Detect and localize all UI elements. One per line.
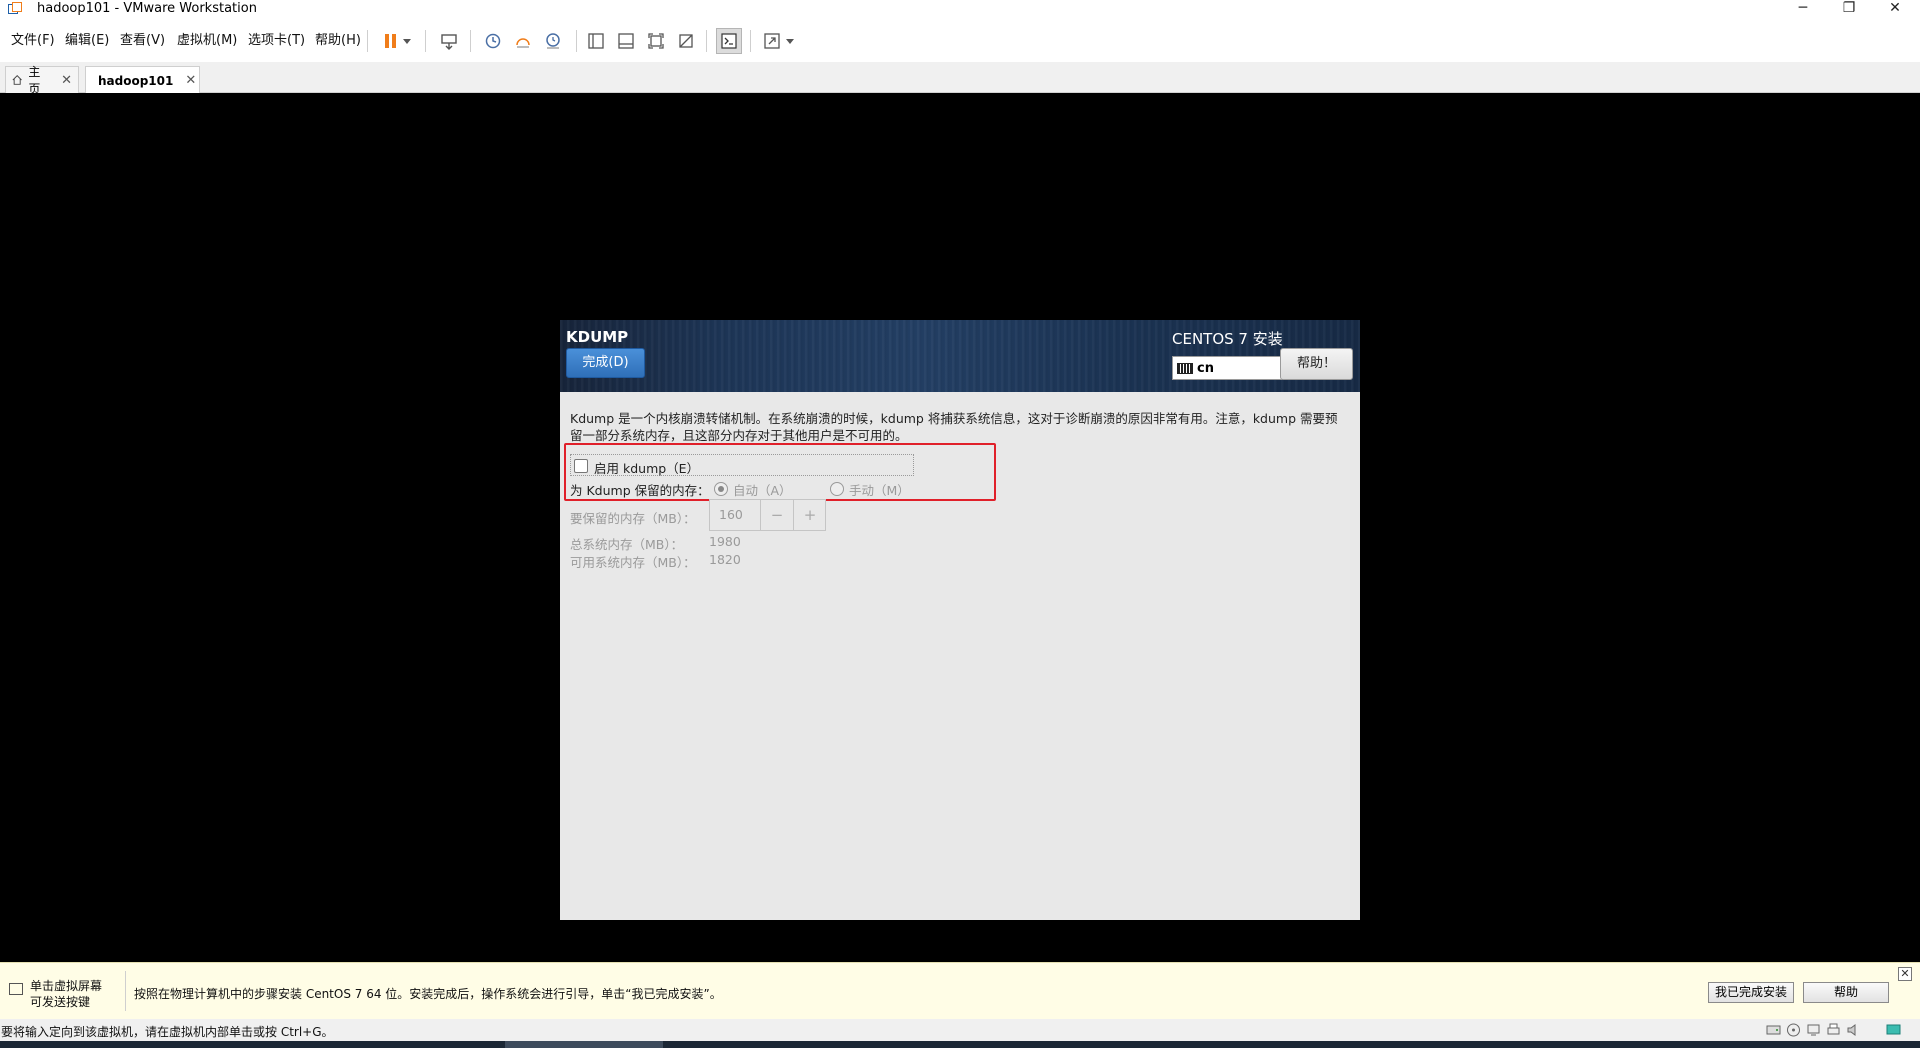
tab-home-close-icon[interactable]: ✕ xyxy=(61,73,72,88)
toolbar-separator xyxy=(470,30,471,52)
memory-reserve-spinner[interactable]: 160 − + xyxy=(709,499,826,531)
install-hint-bar: 单击虚拟屏幕 可发送按键 按照在物理计算机中的步骤安装 CentOS 7 64 … xyxy=(0,962,1920,1019)
fit-dropdown-icon[interactable] xyxy=(782,28,798,54)
revert-snapshot-icon[interactable] xyxy=(510,28,536,54)
tab-hadoop101-close-icon[interactable]: ✕ xyxy=(185,73,196,88)
click-hint-line-1: 单击虚拟屏幕 xyxy=(30,979,103,993)
help-button[interactable]: 帮助！ xyxy=(1280,348,1353,380)
enable-kdump-checkbox-row[interactable]: 启用 kdump（E） xyxy=(570,454,914,476)
menu-tabs[interactable]: 选项卡(T) xyxy=(248,33,305,49)
network-icon[interactable] xyxy=(1806,1023,1821,1037)
pause-dropdown-icon[interactable] xyxy=(399,28,415,54)
send-ctrl-alt-del-icon[interactable] xyxy=(436,28,462,54)
snapshot-icon[interactable] xyxy=(480,28,506,54)
menu-view[interactable]: 查看(V) xyxy=(120,33,165,49)
cd-icon[interactable] xyxy=(1786,1023,1801,1037)
manual-radio[interactable] xyxy=(830,482,844,496)
tab-home[interactable]: 主页 ✕ xyxy=(5,65,79,96)
hint-separator xyxy=(125,971,126,1011)
usable-memory-value: 1820 xyxy=(709,552,741,567)
memory-to-reserve-label: 要保留的内存（MB）： xyxy=(570,511,696,526)
host-taskbar-strip xyxy=(0,1041,1920,1048)
sound-icon[interactable] xyxy=(1846,1023,1861,1037)
tab-hadoop101-label: hadoop101 xyxy=(98,73,174,88)
home-icon xyxy=(12,75,22,85)
auto-radio-label: 自动（A） xyxy=(733,483,792,498)
menu-vm[interactable]: 虚拟机(M) xyxy=(177,33,237,49)
toolbar-separator xyxy=(750,30,751,52)
total-memory-value: 1980 xyxy=(709,534,741,549)
toolbar-separator xyxy=(367,30,368,52)
status-text: 要将输入定向到该虚拟机，请在虚拟机内部单击或按 Ctrl+G。 xyxy=(1,1025,334,1039)
printer-icon[interactable] xyxy=(1826,1023,1841,1037)
enable-kdump-label: 启用 kdump（E） xyxy=(594,461,700,476)
tab-strip: 主页 ✕ hadoop101 ✕ xyxy=(0,62,1920,96)
snapshot-manager-icon[interactable] xyxy=(540,28,566,54)
kdump-installer-window: KDUMP 完成(D) CENTOS 7 安装 cn 帮助！ Kdump 是一个… xyxy=(560,320,1360,920)
window-title: hadoop101 - VMware Workstation xyxy=(37,1,257,16)
auto-radio[interactable] xyxy=(714,482,728,496)
message-icon[interactable] xyxy=(1886,1023,1901,1037)
memory-reserve-value[interactable]: 160 xyxy=(719,507,743,522)
click-hint-line-2: 可发送按键 xyxy=(30,995,91,1009)
description-line-2: 留一部分系统内存，且这部分内存对于其他用户是不可用的。 xyxy=(570,428,908,443)
menu-toolbar: 文件(F) 编辑(E) 查看(V) 虚拟机(M) 选项卡(T) 帮助(H) xyxy=(0,22,1920,60)
done-button[interactable]: 完成(D) xyxy=(566,348,645,378)
kdump-description: Kdump 是一个内核崩溃转储机制。在系统崩溃的时候，kdump 将捕获系统信息… xyxy=(570,410,1355,444)
decrement-button[interactable]: − xyxy=(760,500,793,530)
restore-button[interactable]: ❐ xyxy=(1826,0,1872,17)
menu-edit[interactable]: 编辑(E) xyxy=(65,33,109,49)
hard-disk-icon[interactable] xyxy=(1766,1023,1781,1037)
monitor-icon xyxy=(9,983,23,995)
installer-header: KDUMP 完成(D) CENTOS 7 安装 cn 帮助！ xyxy=(560,320,1360,392)
product-title: CENTOS 7 安装 xyxy=(1172,330,1283,348)
title-bar: hadoop101 - VMware Workstation ─ ❐ ✕ xyxy=(0,0,1920,17)
keyboard-layout-indicator[interactable]: cn xyxy=(1172,356,1282,380)
status-bar: 要将输入定向到该虚拟机，请在虚拟机内部单击或按 Ctrl+G。 xyxy=(0,1019,1920,1041)
unity-icon[interactable] xyxy=(673,28,699,54)
vmware-app-icon xyxy=(8,2,22,14)
finished-install-button[interactable]: 我已完成安装 xyxy=(1708,982,1794,1003)
library-icon[interactable] xyxy=(583,28,609,54)
menu-help[interactable]: 帮助(H) xyxy=(315,33,361,49)
toolbar-separator xyxy=(576,30,577,52)
menu-file[interactable]: 文件(F) xyxy=(11,33,55,49)
increment-button[interactable]: + xyxy=(793,500,826,530)
tab-hadoop101[interactable]: hadoop101 ✕ xyxy=(85,66,200,94)
toolbar-separator xyxy=(425,30,426,52)
hint-close-icon[interactable]: ✕ xyxy=(1898,967,1912,981)
thumbnail-bar-icon[interactable] xyxy=(613,28,639,54)
total-memory-label: 总系统内存（MB）： xyxy=(570,537,684,552)
tab-home-label: 主页 xyxy=(28,65,41,96)
manual-radio-label: 手动（M） xyxy=(849,483,910,498)
minimize-button[interactable]: ─ xyxy=(1780,0,1826,17)
console-view-icon[interactable] xyxy=(716,28,742,54)
hint-help-button[interactable]: 帮助 xyxy=(1803,982,1889,1003)
section-title: KDUMP xyxy=(566,328,629,346)
enable-kdump-checkbox[interactable] xyxy=(574,459,588,473)
install-hint-message: 按照在物理计算机中的步骤安装 CentOS 7 64 位。安装完成后，操作系统会… xyxy=(134,987,722,1001)
keyboard-layout-label: cn xyxy=(1197,360,1214,376)
usable-memory-label: 可用系统内存（MB）： xyxy=(570,555,696,570)
toolbar-separator xyxy=(706,30,707,52)
vm-display[interactable]: KDUMP 完成(D) CENTOS 7 安装 cn 帮助！ Kdump 是一个… xyxy=(0,93,1920,962)
description-line-1: Kdump 是一个内核崩溃转储机制。在系统崩溃的时候，kdump 将捕获系统信息… xyxy=(570,411,1338,426)
reserve-memory-label: 为 Kdump 保留的内存： xyxy=(570,483,710,498)
keyboard-icon xyxy=(1177,362,1193,374)
close-window-button[interactable]: ✕ xyxy=(1872,0,1918,17)
fullscreen-guest-icon[interactable] xyxy=(643,28,669,54)
